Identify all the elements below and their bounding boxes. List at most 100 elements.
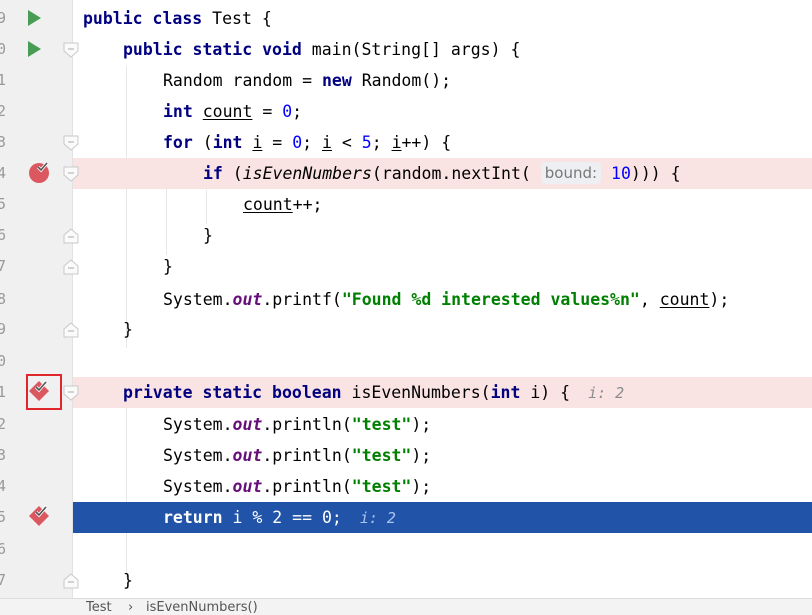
breadcrumb: Test › isEvenNumbers() [0, 598, 812, 615]
breadcrumb-item-method[interactable]: isEvenNumbers() [146, 600, 258, 615]
code-text: i) { [520, 383, 571, 402]
code-line[interactable]: 2 int count = 0; [0, 96, 812, 127]
fold-expand-end-icon[interactable] [62, 321, 80, 339]
line-number: 7 [0, 571, 7, 589]
line-number: 2 [0, 415, 7, 433]
code-line-current[interactable]: 5 return i % 2 == 0; i: 2 [0, 502, 812, 533]
code-line[interactable]: 6 } [0, 220, 812, 251]
code-line-breakpoint[interactable]: 1 private static boolean isEvenNumbers(i… [0, 377, 812, 408]
code-text: ; [292, 102, 303, 121]
code-text: } [123, 571, 133, 590]
code-line[interactable]: 1 Random random = new Random(); [0, 65, 812, 96]
string-literal: "test" [351, 415, 412, 434]
code-line[interactable]: 9 public class Test { [0, 3, 812, 34]
line-number: 2 [0, 102, 7, 120]
code-text: ; [302, 133, 322, 152]
code-line[interactable]: 5 count++; [0, 189, 812, 220]
line-number: 6 [0, 226, 7, 244]
keyword: int [490, 383, 521, 402]
line-number: 9 [0, 9, 7, 27]
code-text: ( [192, 133, 213, 152]
string-literal: "test" [351, 446, 412, 465]
variable-i: i [252, 133, 263, 152]
breakpoint-verified-icon[interactable] [28, 161, 50, 183]
code-text: ++) { [401, 133, 452, 152]
line-number: 8 [0, 290, 7, 308]
code-line[interactable]: 0 [0, 346, 812, 377]
keyword: public [123, 40, 183, 59]
code-line[interactable]: 8 System.out.printf("Found %d interested… [0, 284, 812, 315]
line-number: 5 [0, 508, 7, 526]
code-line[interactable]: 0 public static void main(String[] args)… [0, 34, 812, 65]
line-number: 9 [0, 320, 7, 338]
code-text: (random.nextInt( [371, 164, 541, 183]
number-literal: 0 [292, 133, 303, 152]
code-text: ))) { [630, 164, 681, 183]
run-main-icon[interactable] [28, 41, 41, 57]
keyword: return [163, 508, 223, 527]
static-field: out [232, 446, 263, 465]
fold-expand-end-icon[interactable] [62, 572, 80, 590]
keyword: class [152, 9, 203, 28]
code-text: .println( [262, 415, 352, 434]
code-text: main(String[] args) { [301, 40, 521, 59]
fold-collapse-icon[interactable] [62, 134, 80, 152]
variable-count: count [202, 102, 253, 121]
method-breakpoint-icon[interactable] [28, 505, 50, 527]
fold-expand-end-icon[interactable] [62, 227, 80, 245]
code-editor[interactable]: 9 public class Test { 0 public static vo… [0, 0, 812, 598]
code-text: .println( [262, 446, 352, 465]
code-line-breakpoint[interactable]: 4 if (isEvenNumbers(random.nextInt( boun… [0, 158, 812, 189]
code-text: ); [709, 290, 730, 309]
code-line[interactable]: 3 for (int i = 0; i < 5; i++) { [0, 127, 812, 158]
code-text: ++; [292, 195, 323, 214]
string-literal: "test" [351, 477, 412, 496]
fold-collapse-icon[interactable] [62, 41, 80, 59]
code-line[interactable]: 9 } [0, 314, 812, 345]
static-field: out [232, 290, 263, 309]
variable-count: count [243, 195, 293, 214]
line-number: 0 [0, 352, 7, 370]
number-literal: 0 [282, 102, 293, 121]
code-line[interactable]: 2 System.out.println("test"); [0, 409, 812, 440]
code-line[interactable]: 6 [0, 534, 812, 565]
inline-debug-value: i: 2 [588, 384, 625, 402]
fold-expand-end-icon[interactable] [62, 258, 80, 276]
code-line[interactable]: 4 System.out.println("test"); [0, 471, 812, 502]
keyword: static [202, 383, 263, 402]
code-line[interactable]: 3 System.out.println("test"); [0, 440, 812, 471]
fold-collapse-icon[interactable] [62, 165, 80, 183]
variable-count: count [659, 290, 710, 309]
line-number: 7 [0, 257, 7, 275]
line-number: 5 [0, 195, 7, 213]
code-text: = [252, 102, 283, 121]
line-number: 4 [0, 477, 7, 495]
keyword: for [163, 133, 193, 152]
keyword: void [262, 40, 302, 59]
code-text: Random random = [163, 71, 322, 90]
code-text: } [123, 320, 133, 339]
line-number: 3 [0, 446, 7, 464]
method-call: isEvenNumbers [242, 164, 372, 183]
keyword: static [192, 40, 253, 59]
fold-collapse-icon[interactable] [62, 384, 80, 402]
line-number: 1 [0, 383, 7, 401]
keyword: new [321, 71, 352, 90]
breadcrumb-separator: › [128, 600, 134, 615]
breadcrumb-item-class[interactable]: Test [86, 600, 112, 615]
code-text: System. [163, 477, 233, 496]
code-text: , [639, 290, 660, 309]
run-class-icon[interactable] [28, 10, 41, 26]
line-number: 3 [0, 133, 7, 151]
line-number: 1 [0, 71, 7, 89]
code-text: i % 2 == 0; [222, 508, 342, 527]
code-text: < [331, 133, 362, 152]
code-line[interactable]: 7 } [0, 565, 812, 596]
code-text: .println( [262, 477, 352, 496]
code-text: ); [411, 446, 432, 465]
static-field: out [232, 415, 263, 434]
code-text: ( [222, 164, 243, 183]
keyword: public [83, 9, 143, 28]
code-line[interactable]: 7 } [0, 251, 812, 282]
variable-i: i [391, 133, 402, 152]
